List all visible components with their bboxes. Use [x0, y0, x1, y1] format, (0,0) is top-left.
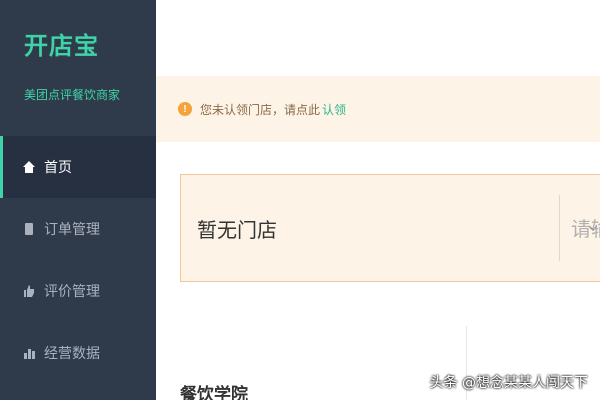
- store-search-input[interactable]: [571, 209, 600, 249]
- sidebar-item-label: 评价管理: [44, 284, 100, 300]
- sidebar-item-label: 订单管理: [44, 222, 100, 238]
- section-title: 餐饮学院: [180, 385, 248, 400]
- store-select-value: 暂无门店: [197, 217, 277, 242]
- brand-tagline: 美团点评餐饮商家: [24, 88, 121, 102]
- sidebar-item-label: 经营数据: [44, 346, 100, 362]
- store-select[interactable]: 暂无门店: [181, 175, 559, 281]
- sidebar-item-data[interactable]: 经营数据: [0, 322, 156, 384]
- sidebar-item-home[interactable]: 首页: [0, 136, 156, 198]
- sidebar-item-orders[interactable]: 订单管理: [0, 198, 156, 260]
- store-selector-box: 暂无门店: [180, 174, 600, 282]
- notice-text: 您未认领门店，请点此: [200, 102, 321, 117]
- divider: [559, 195, 560, 261]
- thumbs-up-icon: [22, 284, 36, 298]
- sidebar-item-label: 首页: [44, 160, 72, 176]
- order-icon: [22, 222, 36, 236]
- watermark: 头条 @想念某某人闯天下: [429, 375, 588, 391]
- warning-icon: !: [178, 102, 192, 116]
- brand-logo: 开店宝: [24, 32, 99, 60]
- home-icon: [22, 160, 36, 174]
- sidebar-item-reviews[interactable]: 评价管理: [0, 260, 156, 322]
- claim-store-notice: ! 您未认领门店，请点此 认领: [156, 76, 600, 142]
- claim-link[interactable]: 认领: [322, 101, 346, 118]
- sidebar: 开店宝 美团点评餐饮商家 首页 订单管理 评价管理 经营数据: [0, 0, 156, 400]
- data-icon: [22, 346, 36, 360]
